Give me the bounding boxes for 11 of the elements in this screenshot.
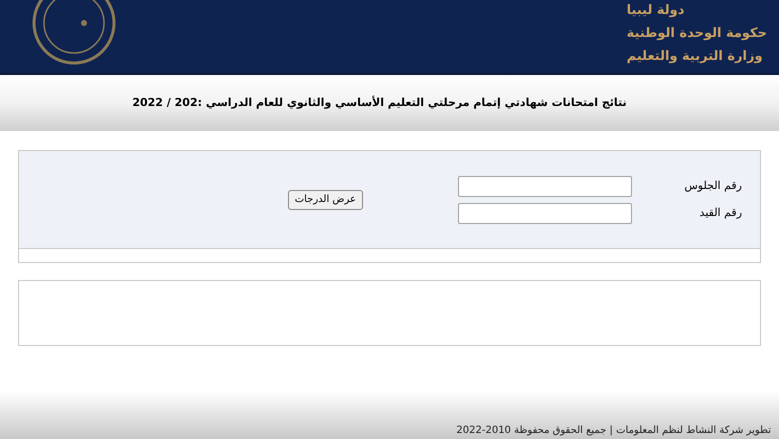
page-title: نتائج امتحانات شهادتي إتمام مرحلتي التعليم الأساسي والثانوي للعام الدراسي :202 / 2022	[132, 94, 627, 111]
show-grades-button[interactable]: عرض الدرجات	[288, 190, 363, 210]
input-field[interactable]	[458, 202, 632, 224]
input-field[interactable]	[458, 176, 632, 196]
emblem-icon	[32, 0, 116, 65]
header-text: دولة ليبيا	[626, 2, 684, 20]
field-label: رقم القيد	[698, 204, 742, 221]
field-label: رقم الجلوس	[683, 178, 742, 194]
header-text: حكومة الوحدة الوطنية	[626, 25, 767, 43]
footer-text: تطوير شركة النشاط لنظم المعلومات | جميع الحقوق محفوظة 2010-2022	[456, 425, 771, 437]
header-text: وزارة التربية والتعليم	[626, 48, 763, 66]
